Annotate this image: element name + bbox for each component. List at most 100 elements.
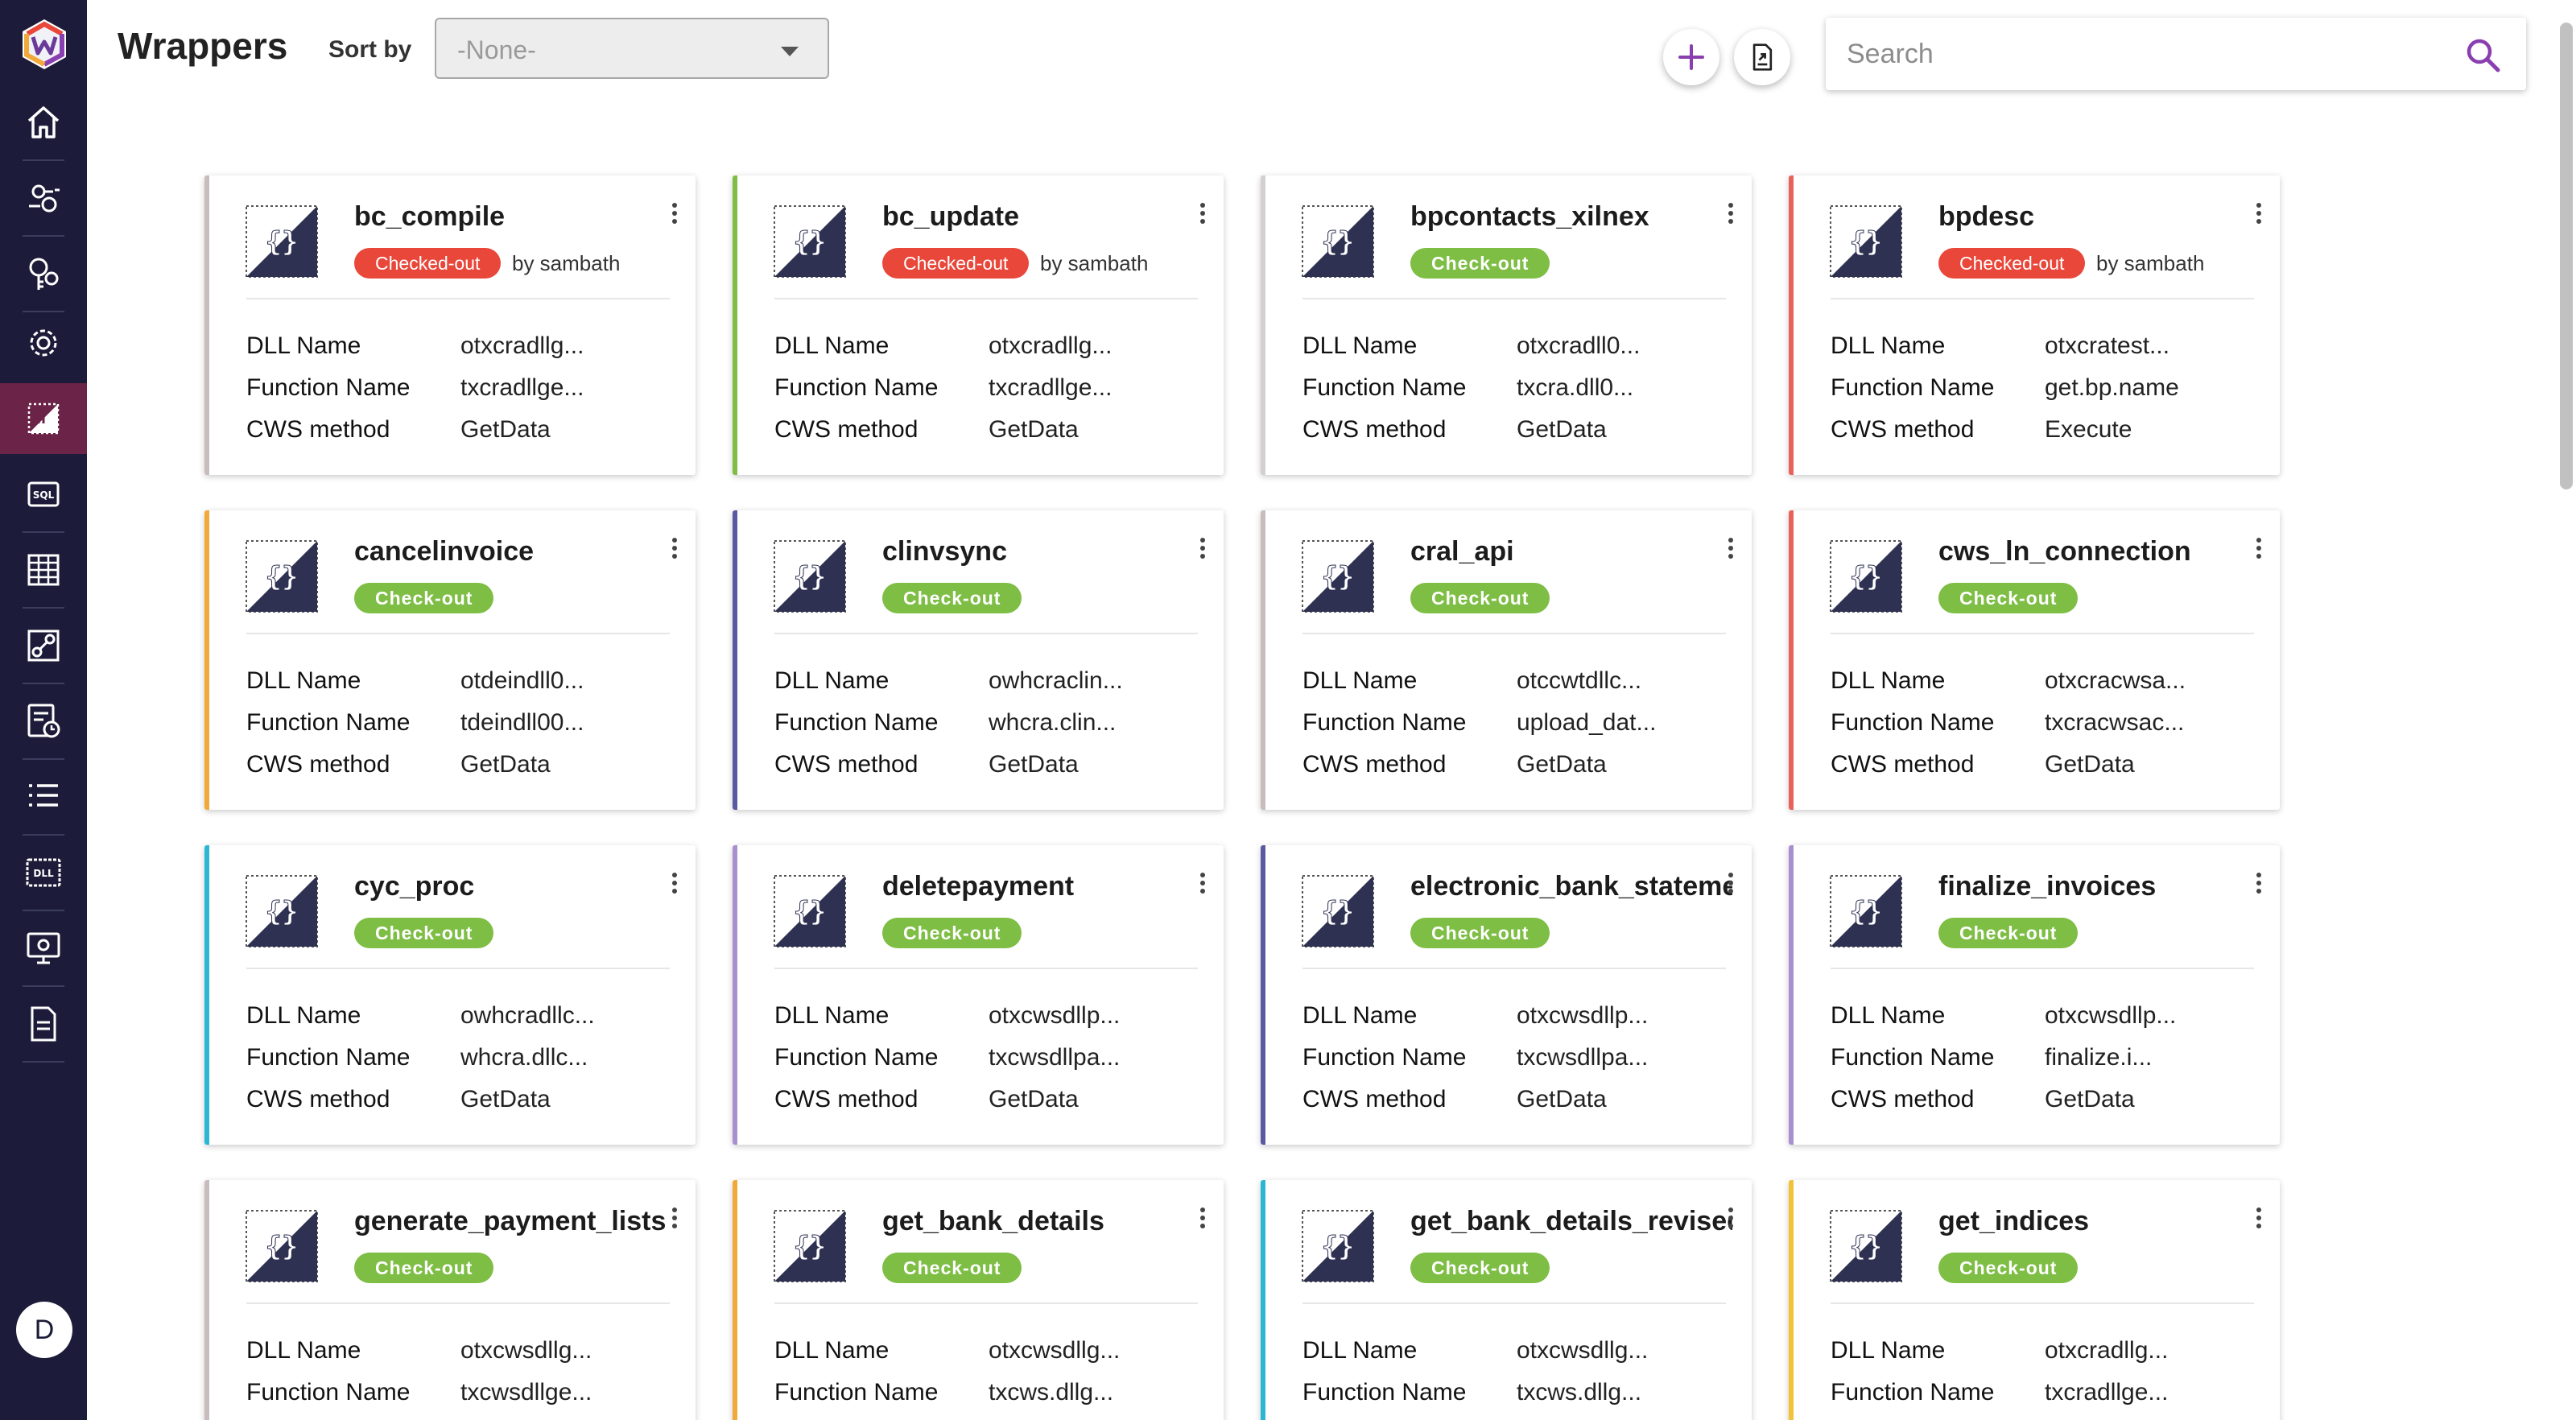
wrapper-name[interactable]: get_bank_details [882,1206,1204,1237]
wrapper-card[interactable]: {} deletepayment Check-out DLL Name otxcwsdl… [733,845,1224,1145]
wrapper-card[interactable]: {} get_bank_details_revised Check-out DLL N… [1261,1180,1752,1420]
search-icon[interactable] [2463,35,2502,74]
more-options-icon[interactable] [1726,873,1736,897]
nav-home[interactable] [0,87,87,158]
status-badge[interactable]: Check-out [882,918,1022,948]
more-options-icon[interactable] [2254,1207,2264,1232]
status-badge[interactable]: Check-out [1410,583,1550,613]
wrapper-name[interactable]: electronic_bank_statements [1410,871,1732,902]
more-options-icon[interactable] [1726,538,1736,562]
status-badge[interactable]: Check-out [1938,583,2079,613]
wrapper-name[interactable]: cws_ln_connection [1938,536,2260,568]
more-options-icon[interactable] [1198,538,1208,562]
card-divider [1302,633,1726,634]
detail-row-dll: DLL Name otxcwsdllg... [1302,1330,1737,1372]
nav-sql[interactable]: SQL [0,459,87,530]
wrapper-name[interactable]: bpcontacts_xilnex [1410,201,1732,233]
more-options-icon[interactable] [670,1207,679,1232]
wrapper-card[interactable]: {} get_bank_details Check-out DLL Name otxcw… [733,1180,1224,1420]
wrapper-name[interactable]: cral_api [1410,536,1732,568]
svg-text:{}: {} [266,561,299,593]
more-options-icon[interactable] [1198,1207,1208,1232]
import-button[interactable] [1734,29,1790,85]
app-logo-icon[interactable] [18,18,71,71]
wrapper-name[interactable]: cyc_proc [354,871,676,902]
more-options-icon[interactable] [2254,538,2264,562]
wrapper-card[interactable]: {} generate_payment_lists Check-out DLL Nam… [204,1180,696,1420]
nav-scheduler[interactable] [0,686,87,757]
vertical-scrollbar[interactable] [2560,23,2573,489]
nav-gear[interactable] [0,308,87,378]
more-options-icon[interactable] [670,873,679,897]
nav-table[interactable] [0,535,87,605]
status-badge[interactable]: Check-out [1938,918,2079,948]
nav-connection[interactable] [0,610,87,681]
status-badge[interactable]: Check-out [354,1253,494,1283]
status-badge[interactable]: Check-out [354,918,494,948]
more-options-icon[interactable] [670,538,679,562]
status-badge[interactable]: Check-out [882,1253,1022,1283]
search-input[interactable] [1847,32,2442,76]
status-badge[interactable]: Check-out [1410,248,1550,279]
wrapper-name[interactable]: bc_compile [354,201,676,233]
detail-label: DLL Name [1831,1002,1946,1029]
wrapper-card[interactable]: {} get_indices Check-out DLL Name otxcradllg… [1789,1180,2280,1420]
wrapper-card[interactable]: {} electronic_bank_statements Check-out DLL… [1261,845,1752,1145]
status-badge[interactable]: Check-out [354,583,494,613]
svg-text:SQL: SQL [33,489,55,501]
dll-name-value: otxcwsdllp... [1517,1002,1649,1029]
nav-key-gear[interactable] [0,238,87,309]
wrapper-name[interactable]: generate_payment_lists [354,1206,676,1237]
user-avatar[interactable]: D [16,1302,72,1358]
detail-label: Function Name [246,709,411,736]
more-options-icon[interactable] [2254,873,2264,897]
nav-document[interactable] [0,989,87,1059]
wrapper-name[interactable]: cancelinvoice [354,536,676,568]
wrapper-card[interactable]: {} bc_compile Checked-out by sambath DLL Nam… [204,175,696,475]
add-button[interactable] [1663,29,1719,85]
wrapper-card[interactable]: {} bpcontacts_xilnex Check-out DLL Name otxc… [1261,175,1752,475]
wrapper-card[interactable]: {} finalize_invoices Check-out DLL Name otxc… [1789,845,2280,1145]
plus-icon [1678,44,1704,70]
wrapper-name[interactable]: deletepayment [882,871,1204,902]
status-badge[interactable]: Check-out [1410,918,1550,948]
wrapper-card[interactable]: {} cyc_proc Check-out DLL Name owhcradllc...… [204,845,696,1145]
wrapper-name[interactable]: bpdesc [1938,201,2260,233]
wrapper-name[interactable]: finalize_invoices [1938,871,2260,902]
wrapper-card[interactable]: {} cancelinvoice Check-out DLL Name otdeindl… [204,510,696,810]
nav-monitor[interactable] [0,913,87,984]
status-badge[interactable]: Check-out [882,583,1022,613]
wrapper-name[interactable]: get_bank_details_revised [1410,1206,1732,1237]
detail-label: DLL Name [774,1337,890,1364]
more-options-icon[interactable] [1198,873,1208,897]
detail-label: Function Name [246,1044,411,1071]
nav-list[interactable] [0,762,87,832]
wrapper-name[interactable]: get_indices [1938,1206,2260,1237]
nav-dll[interactable]: DLL [0,837,87,908]
card-divider [774,968,1198,969]
nav-settings-flow[interactable] [0,163,87,233]
more-options-icon[interactable] [2254,203,2264,227]
status-badge[interactable]: Check-out [1938,1253,2079,1283]
status-badge[interactable]: Check-out [1410,1253,1550,1283]
cws-method-value: GetData [1517,1086,1607,1112]
nav-separator [23,985,64,987]
wrapper-card[interactable]: {} cral_api Check-out DLL Name otccwtdllc...… [1261,510,1752,810]
more-options-icon[interactable] [670,203,679,227]
detail-label: Function Name [1302,1044,1467,1071]
more-options-icon[interactable] [1198,203,1208,227]
detail-label: Function Name [1831,1379,1995,1406]
status-badge: Checked-out [354,248,502,279]
more-options-icon[interactable] [1726,203,1736,227]
wrapper-card[interactable]: {} clinvsync Check-out DLL Name owhcraclin..… [733,510,1224,810]
nav-wrappers[interactable] [0,383,87,454]
more-options-icon[interactable] [1726,1207,1736,1232]
monitor-gear-icon [27,932,60,964]
wrapper-icon: {} [1302,205,1374,278]
wrapper-card[interactable]: {} bc_update Checked-out by sambath DLL Name… [733,175,1224,475]
wrapper-card[interactable]: {} cws_ln_connection Check-out DLL Name otxc… [1789,510,2280,810]
wrapper-name[interactable]: bc_update [882,201,1204,233]
wrapper-name[interactable]: clinvsync [882,536,1204,568]
sort-select[interactable]: -None- [435,18,829,79]
wrapper-card[interactable]: {} bpdesc Checked-out by sambath DLL Name otx… [1789,175,2280,475]
